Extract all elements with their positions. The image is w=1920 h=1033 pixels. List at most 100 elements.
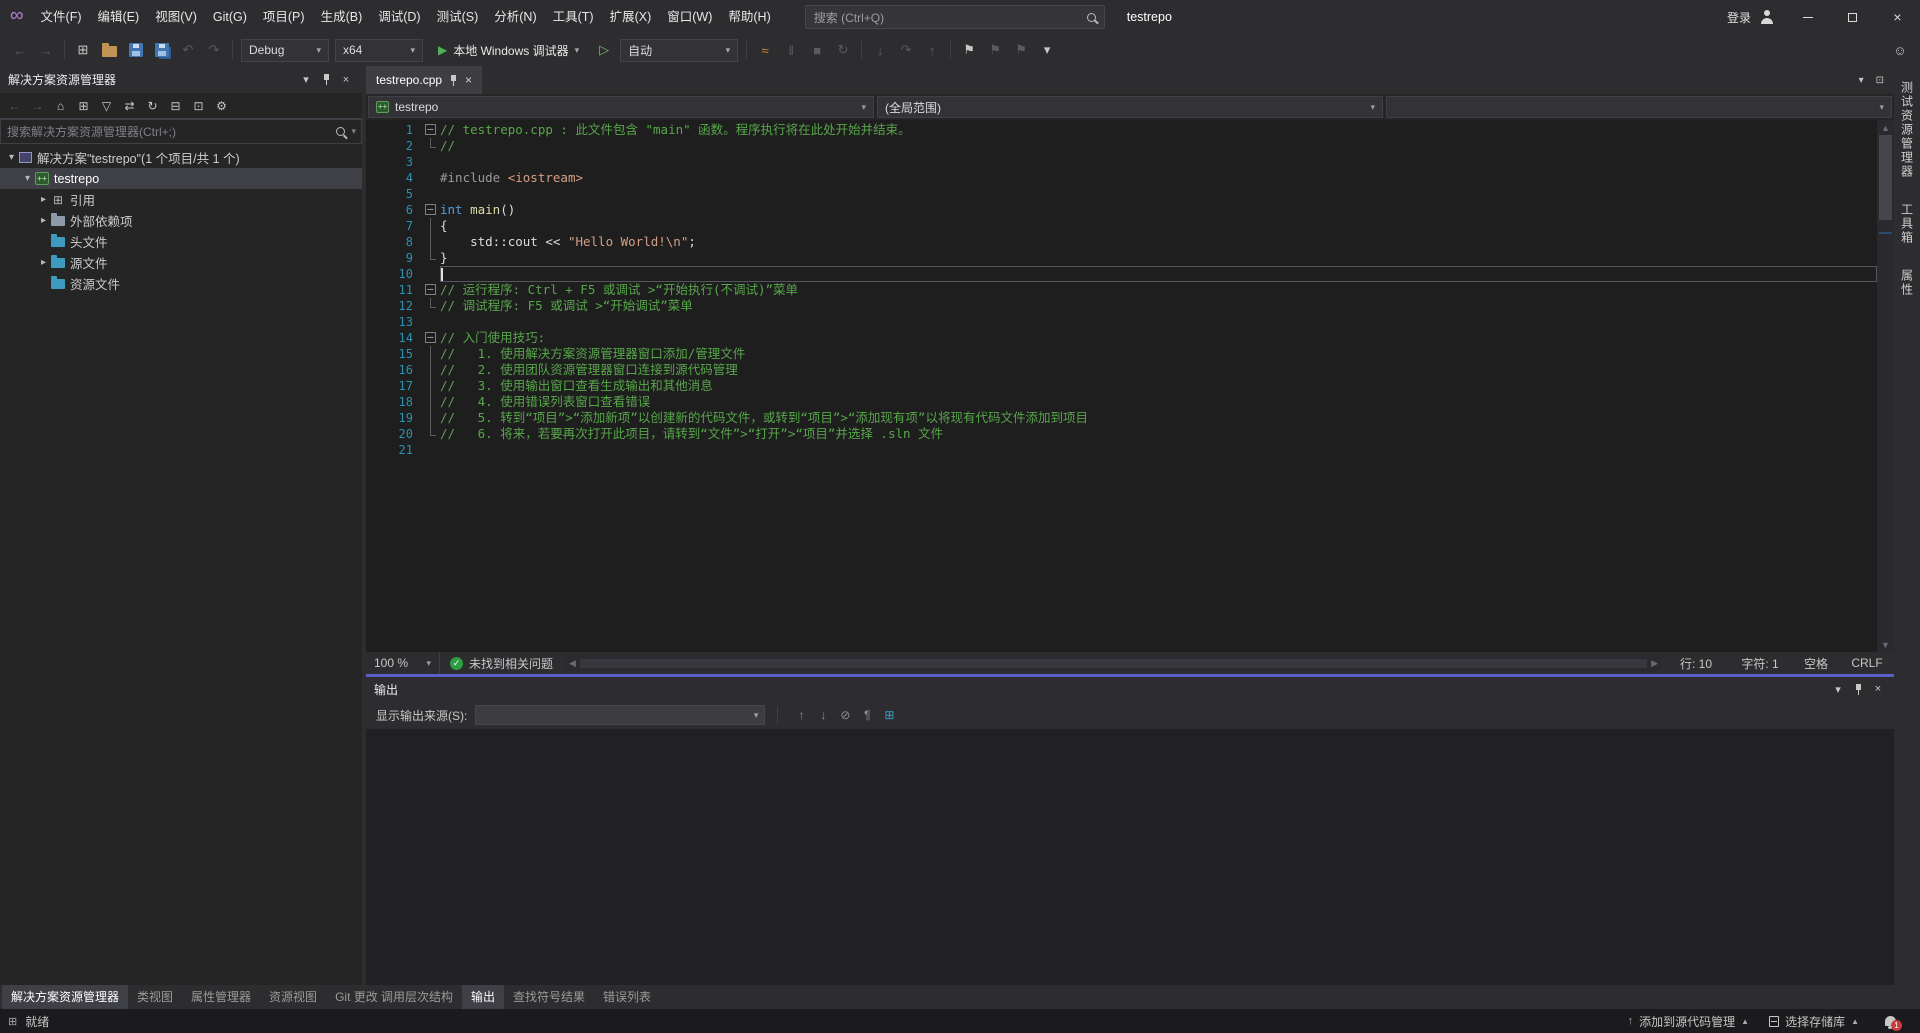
close-panel-icon[interactable]: × <box>336 70 356 90</box>
panel-tab-solution-explorer[interactable]: 解决方案资源管理器 <box>2 985 128 1009</box>
collapse-icon[interactable]: – <box>425 332 436 343</box>
sync-with-active-document-icon[interactable]: ⇄ <box>119 95 140 116</box>
save-icon[interactable] <box>129 43 143 57</box>
line-position[interactable]: 行: 10 <box>1664 655 1728 672</box>
window-position-icon[interactable]: ▾ <box>296 70 316 90</box>
breakpoint-margin[interactable] <box>366 266 380 282</box>
expander-icon[interactable]: ▸ <box>36 257 51 268</box>
expander-icon[interactable]: ▸ <box>36 215 51 226</box>
collapse-all-icon[interactable]: ⊟ <box>165 95 186 116</box>
step-over-icon[interactable]: ↷ <box>894 38 918 62</box>
output-content[interactable] <box>366 729 1894 985</box>
side-tab-properties[interactable]: 属性 <box>1899 260 1916 306</box>
float-window-icon[interactable]: ⊡ <box>1876 75 1884 86</box>
close-button[interactable]: × <box>1875 0 1920 34</box>
char-position[interactable]: 字符: 1 <box>1728 655 1792 672</box>
dock-output-icon[interactable]: ⊞ <box>878 704 900 726</box>
breakpoint-margin[interactable] <box>366 314 380 330</box>
quick-search-box[interactable]: 搜索 (Ctrl+Q) <box>805 5 1105 29</box>
collapse-icon[interactable]: – <box>425 284 436 295</box>
tab-testrepo-cpp[interactable]: testrepo.cpp × <box>366 66 482 94</box>
breakpoint-margin[interactable] <box>366 186 380 202</box>
h-scrollbar-thumb[interactable] <box>580 659 1647 668</box>
breakpoint-margin[interactable] <box>366 298 380 314</box>
toggle-bookmark-icon[interactable]: ⚑ <box>957 38 981 62</box>
scroll-down-icon[interactable]: ▼ <box>1877 637 1894 652</box>
break-all-icon[interactable]: ‖ <box>779 38 803 62</box>
show-all-files-icon[interactable]: ⊡ <box>188 95 209 116</box>
scroll-left-icon[interactable]: ◀ <box>569 658 576 669</box>
tree-item-source-files[interactable]: ▸源文件 <box>0 252 362 273</box>
spaces-mode[interactable]: 空格 <box>1792 655 1840 672</box>
minimize-button[interactable] <box>1785 0 1830 34</box>
open-file-icon[interactable] <box>102 46 117 57</box>
active-files-icon[interactable]: ▾ <box>1859 75 1864 86</box>
close-panel-icon[interactable]: × <box>1868 679 1888 699</box>
select-repository-button[interactable]: 选择存储库 ▲ <box>1759 1009 1869 1033</box>
previous-bookmark-icon[interactable]: ⚑ <box>983 38 1007 62</box>
refresh-icon[interactable]: ↻ <box>142 95 163 116</box>
restart-icon[interactable]: ↻ <box>831 38 855 62</box>
breakpoint-margin[interactable] <box>366 218 380 234</box>
document-health-indicator[interactable]: ✓ 未找到相关问题 <box>440 655 563 672</box>
menu-file[interactable]: 文件(F) <box>33 0 90 34</box>
project-dropdown[interactable]: testrepo ▾ <box>368 96 874 118</box>
previous-message-icon[interactable]: ↑ <box>790 704 812 726</box>
panel-tab-find-symbol-results[interactable]: 查找符号结果 <box>504 985 594 1009</box>
expander-icon[interactable]: ▾ <box>20 173 35 184</box>
stop-icon[interactable]: ■ <box>805 38 829 62</box>
background-tasks-icon[interactable]: ⊞ <box>8 1015 17 1028</box>
menu-project[interactable]: 项目(P) <box>255 0 313 34</box>
expander-icon[interactable]: ▾ <box>4 152 19 163</box>
navigate-back-icon[interactable]: ← <box>8 38 32 62</box>
collapse-icon[interactable]: – <box>425 124 436 135</box>
scroll-up-icon[interactable]: ▲ <box>1877 120 1894 135</box>
solution-explorer-search[interactable]: 搜索解决方案资源管理器(Ctrl+;) ▾ <box>0 119 362 144</box>
panel-tab-error-list[interactable]: 错误列表 <box>594 985 660 1009</box>
scroll-right-icon[interactable]: ▶ <box>1651 658 1658 669</box>
panel-tab-resource-view[interactable]: 资源视图 <box>260 985 326 1009</box>
menu-view[interactable]: 视图(V) <box>147 0 205 34</box>
breakpoint-margin[interactable] <box>366 394 380 410</box>
user-profile-icon[interactable] <box>1759 9 1775 25</box>
breakpoint-margin[interactable] <box>366 330 380 346</box>
breakpoint-margin[interactable] <box>366 410 380 426</box>
pin-tab-icon[interactable] <box>449 75 458 86</box>
menu-git[interactable]: Git(G) <box>205 0 255 34</box>
panel-tab-class-view[interactable]: 类视图 <box>128 985 182 1009</box>
next-bookmark-icon[interactable]: ⚑ <box>1009 38 1033 62</box>
maximize-button[interactable] <box>1830 0 1875 34</box>
notifications-button[interactable]: 1 <box>1869 1009 1912 1033</box>
fold-margin[interactable]: – <box>422 202 440 218</box>
tree-item-resource-files[interactable]: 资源文件 <box>0 273 362 294</box>
tree-item-references[interactable]: ▸⊞引用 <box>0 189 362 210</box>
member-dropdown[interactable]: ▾ <box>1386 96 1892 118</box>
add-to-source-control-button[interactable]: ↑ 添加到源代码管理 ▲ <box>1618 1009 1759 1033</box>
side-tab-test-explorer[interactable]: 测试资源管理器 <box>1899 72 1916 188</box>
tree-item-testrepo-project[interactable]: ▾++testrepo <box>0 168 362 189</box>
breakpoint-margin[interactable] <box>366 378 380 394</box>
menu-edit[interactable]: 编辑(E) <box>90 0 148 34</box>
expander-icon[interactable]: ▸ <box>36 194 51 205</box>
switch-views-icon[interactable]: ⊞ <box>73 95 94 116</box>
close-tab-icon[interactable]: × <box>465 73 472 87</box>
toolbar-options-icon[interactable]: ▾ <box>1035 38 1059 62</box>
zoom-combo[interactable]: 100 % ▾ <box>366 652 440 674</box>
window-position-icon[interactable]: ▾ <box>1828 679 1848 699</box>
breakpoint-margin[interactable] <box>366 202 380 218</box>
start-debugging-button[interactable]: ▶本地 Windows 调试器▾ <box>429 38 588 62</box>
se-forward-icon[interactable]: → <box>27 95 48 116</box>
menu-build[interactable]: 生成(B) <box>313 0 371 34</box>
breakpoint-margin[interactable] <box>366 442 380 458</box>
collapse-icon[interactable]: – <box>425 204 436 215</box>
pin-icon[interactable] <box>316 70 336 90</box>
pin-icon[interactable] <box>1848 679 1868 699</box>
breakpoint-margin[interactable] <box>366 250 380 266</box>
panel-tab-property-manager[interactable]: 属性管理器 <box>182 985 260 1009</box>
configuration-combo[interactable]: Debug▾ <box>241 39 329 62</box>
word-wrap-icon[interactable]: ¶ <box>856 704 878 726</box>
side-tab-toolbox[interactable]: 工具箱 <box>1899 194 1916 254</box>
fold-margin[interactable]: – <box>422 330 440 346</box>
window-layout-icon[interactable]: ⊞ <box>71 38 95 62</box>
scope-dropdown[interactable]: (全局范围) ▾ <box>877 96 1383 118</box>
